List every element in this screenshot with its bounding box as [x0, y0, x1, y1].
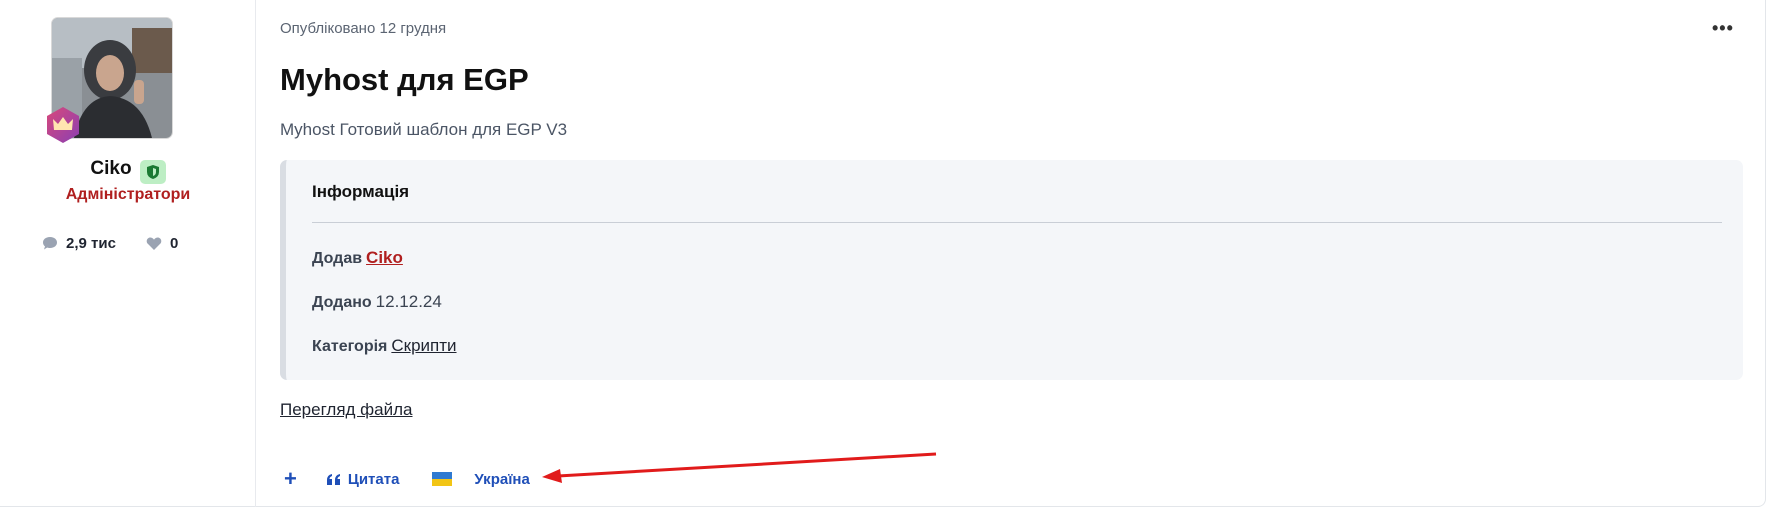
- ukraine-flag-icon: [432, 472, 453, 486]
- view-file-link[interactable]: Перегляд файла: [280, 400, 413, 420]
- added-on-label: Додано: [312, 294, 372, 311]
- quote-icon: [326, 473, 340, 485]
- post-actions: + Цитата Україна: [276, 466, 530, 492]
- comment-icon: [43, 237, 57, 250]
- added-by-row: Додав Ciko: [312, 248, 403, 268]
- heart-icon: [146, 237, 162, 250]
- post-card: Ciko Адміністратори 2,9 тис 0 Опублікова…: [0, 0, 1766, 507]
- annotation-arrow: [542, 452, 937, 483]
- category-row: Категорія Скрипти: [312, 336, 457, 356]
- quote-button[interactable]: Цитата: [326, 470, 400, 488]
- ellipsis-icon[interactable]: •••: [1712, 18, 1734, 39]
- page-title: Myhost для EGP: [280, 62, 529, 97]
- shield-icon: [139, 160, 166, 184]
- post-description: Myhost Готовий шаблон для EGP V3: [280, 120, 568, 139]
- info-heading: Інформація: [312, 182, 410, 201]
- likes-count: 0: [169, 235, 179, 252]
- category-link[interactable]: Скрипти: [391, 336, 456, 355]
- author-role: Адміністратори: [65, 186, 191, 203]
- author-name-row: Ciko: [0, 158, 256, 184]
- reaction-ukraine-button[interactable]: Україна: [474, 471, 529, 488]
- author-name[interactable]: Ciko: [90, 158, 131, 179]
- category-label: Категорія: [312, 338, 388, 355]
- author-stats: 2,9 тис 0: [42, 235, 178, 252]
- posts-stat: 2,9 тис: [42, 235, 116, 252]
- posted-date: Опубліковано 12 грудня: [280, 20, 447, 37]
- added-by-link[interactable]: Ciko: [366, 248, 403, 267]
- added-on-value: 12.12.24: [375, 292, 442, 311]
- posts-count: 2,9 тис: [66, 235, 116, 252]
- add-reaction-button[interactable]: +: [276, 466, 305, 492]
- quote-label: Цитата: [347, 470, 400, 488]
- likes-stat: 0: [146, 235, 178, 252]
- divider: [312, 222, 1722, 223]
- info-box: Інформація Додав Ciko Додано 12.12.24 Кате…: [280, 160, 1743, 380]
- author-sidebar: Ciko Адміністратори 2,9 тис 0: [0, 0, 256, 507]
- added-on-row: Додано 12.12.24: [312, 292, 442, 312]
- added-by-label: Додав: [312, 250, 363, 267]
- crown-badge-icon: [44, 106, 82, 144]
